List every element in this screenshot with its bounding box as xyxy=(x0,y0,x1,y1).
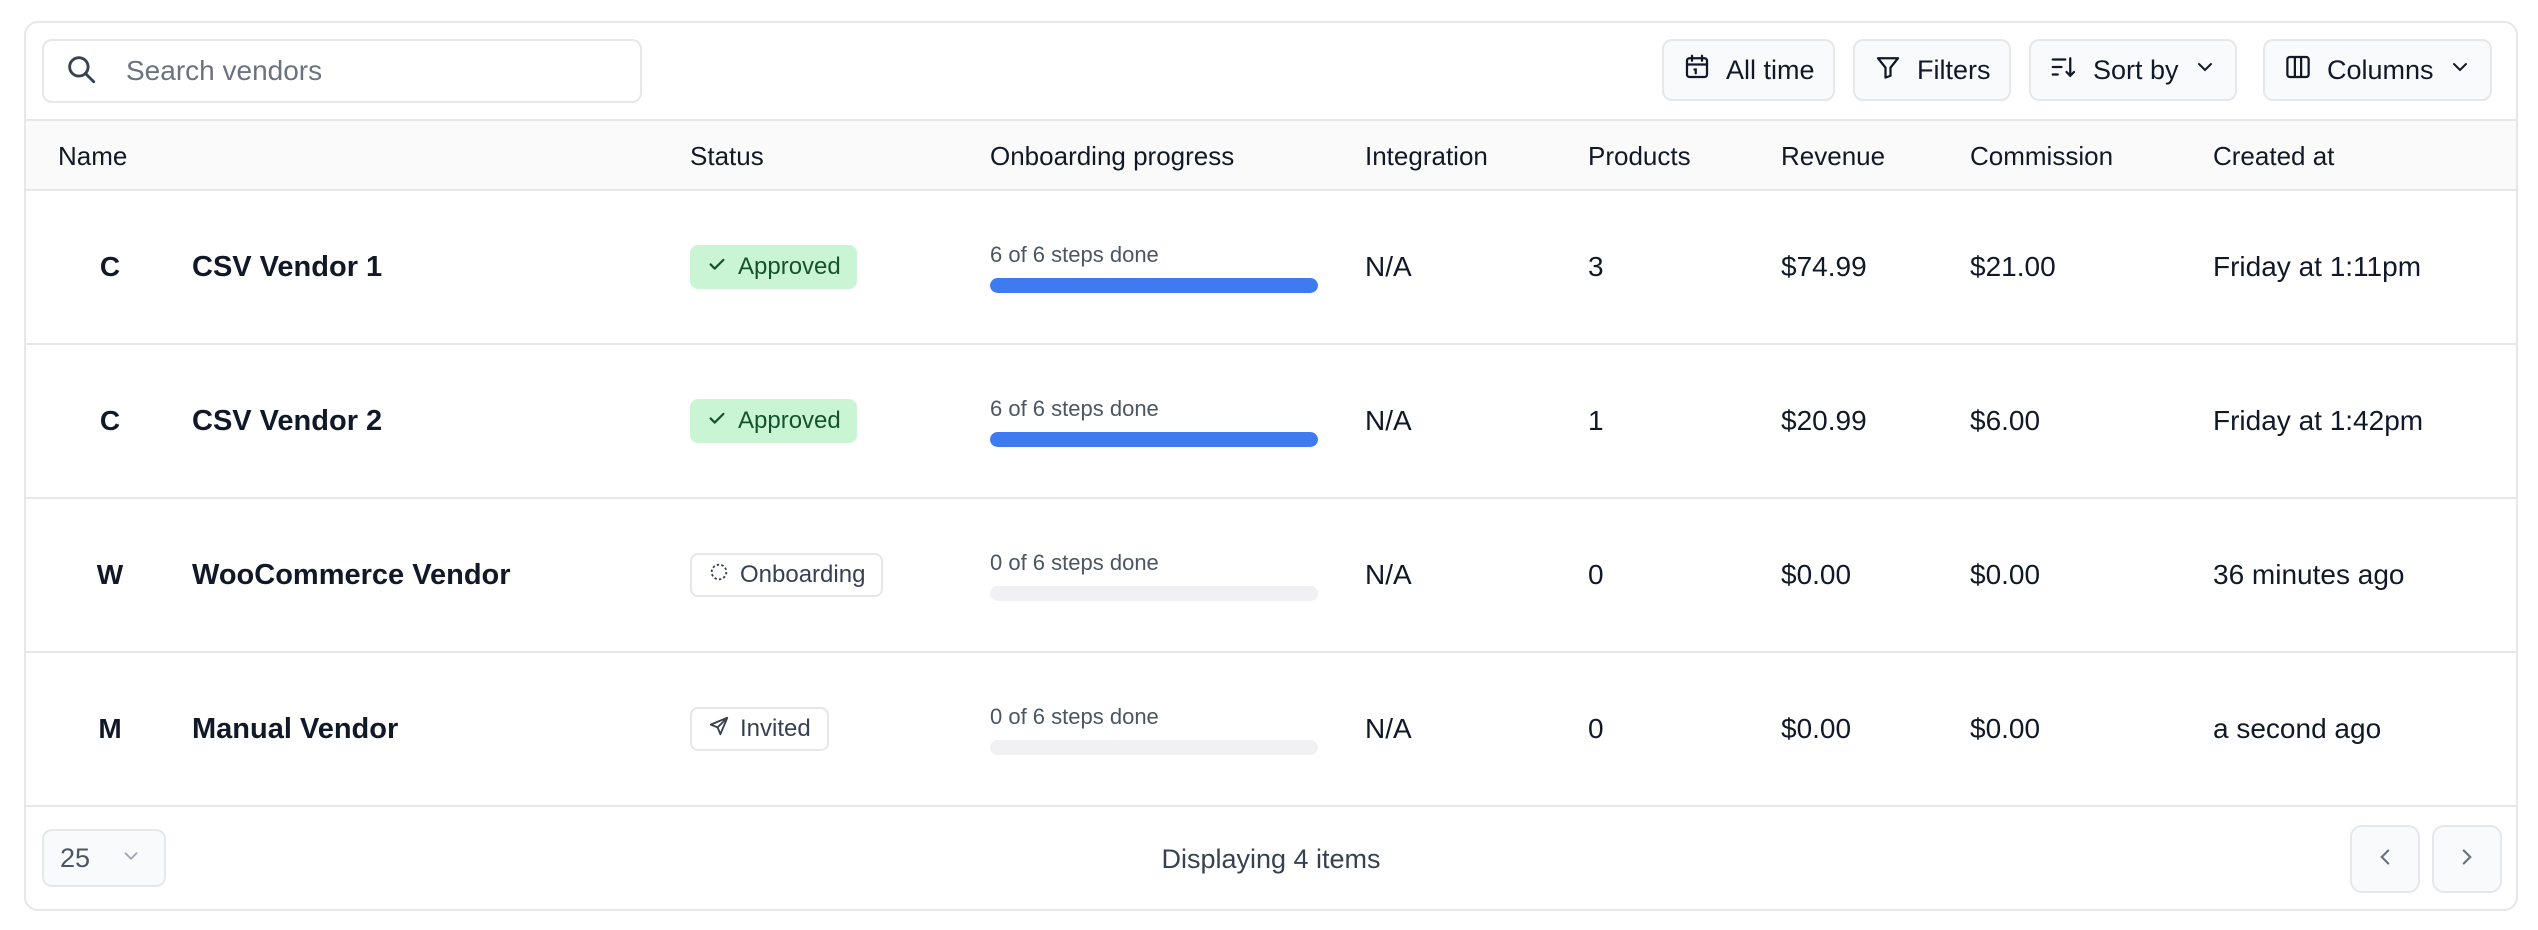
products-cell: 0 xyxy=(1588,713,1604,744)
status-cell: Invited xyxy=(690,653,829,805)
column-header-products[interactable]: Products xyxy=(1588,121,1691,191)
search-input[interactable] xyxy=(126,55,606,87)
integration-cell: N/A xyxy=(1365,405,1412,436)
check-icon xyxy=(706,407,728,436)
created-at-cell: a second ago xyxy=(2213,713,2382,744)
created-at-cell: Friday at 1:42pm xyxy=(2213,405,2424,436)
onboarding-progress: 6 of 6 steps done xyxy=(990,191,1318,343)
status-badge: Approved xyxy=(690,245,857,289)
status-label: Approved xyxy=(738,253,841,280)
vendors-table-card: All time Filters Sort by Columns xyxy=(24,21,2518,911)
vendor-name[interactable]: Manual Vendor xyxy=(192,653,398,805)
send-icon xyxy=(708,715,730,744)
vendor-avatar: W xyxy=(96,559,124,590)
table-row[interactable]: M Manual Vendor Invited 0 of 6 steps done N/… xyxy=(26,653,2516,807)
sort-by-label: Sort by xyxy=(2093,54,2179,85)
revenue-cell: $74.99 xyxy=(1781,251,1867,282)
progress-fill xyxy=(990,431,1318,447)
revenue-cell: $20.99 xyxy=(1781,405,1867,436)
onboarding-progress: 6 of 6 steps done xyxy=(990,345,1318,497)
integration-cell: N/A xyxy=(1365,713,1412,744)
dashed-circle-icon xyxy=(708,561,730,590)
chevron-down-icon xyxy=(120,843,142,874)
filter-icon xyxy=(1873,52,1903,89)
date-range-label: All time xyxy=(1726,54,1815,85)
table-row[interactable]: C CSV Vendor 2 Approved 6 of 6 steps done N/… xyxy=(26,345,2516,499)
calendar-icon xyxy=(1682,52,1712,89)
search-box[interactable] xyxy=(42,39,642,103)
progress-fill xyxy=(990,277,1318,293)
commission-cell: $0.00 xyxy=(1970,713,2041,744)
next-page-button[interactable] xyxy=(2432,825,2502,893)
progress-track xyxy=(990,431,1318,447)
vendor-name[interactable]: CSV Vendor 2 xyxy=(192,345,382,497)
check-icon xyxy=(706,253,728,282)
column-header-commission[interactable]: Commission xyxy=(1970,121,2113,191)
table-row[interactable]: W WooCommerce Vendor Onboarding 0 of 6 step… xyxy=(26,499,2516,653)
columns-button[interactable]: Columns xyxy=(2263,39,2492,101)
progress-label: 6 of 6 steps done xyxy=(990,241,1159,267)
status-badge: Approved xyxy=(690,399,857,443)
chevron-right-icon xyxy=(2454,844,2480,875)
chevron-left-icon xyxy=(2372,844,2398,875)
chevron-down-icon xyxy=(2193,55,2217,86)
columns-icon xyxy=(2283,52,2313,89)
status-cell: Approved xyxy=(690,345,857,497)
products-cell: 3 xyxy=(1588,251,1604,282)
commission-cell: $0.00 xyxy=(1970,559,2041,590)
vendor-avatar: C xyxy=(99,251,121,282)
products-cell: 0 xyxy=(1588,559,1604,590)
column-header-onboarding-progress[interactable]: Onboarding progress xyxy=(990,121,1234,191)
vendor-name[interactable]: WooCommerce Vendor xyxy=(192,499,511,651)
progress-label: 6 of 6 steps done xyxy=(990,395,1159,421)
commission-cell: $6.00 xyxy=(1970,405,2041,436)
page-size-value: 25 xyxy=(60,842,91,873)
sort-icon xyxy=(2049,52,2079,89)
vendor-name[interactable]: CSV Vendor 1 xyxy=(192,191,382,343)
integration-cell: N/A xyxy=(1365,559,1412,590)
vendor-avatar: C xyxy=(99,405,121,436)
created-at-cell: Friday at 1:11pm xyxy=(2213,251,2422,282)
column-header-created-at[interactable]: Created at xyxy=(2213,121,2334,191)
status-label: Invited xyxy=(740,715,811,742)
columns-label: Columns xyxy=(2327,54,2434,85)
status-cell: Onboarding xyxy=(690,499,884,651)
commission-cell: $21.00 xyxy=(1970,251,2056,282)
onboarding-progress: 0 of 6 steps done xyxy=(990,653,1318,805)
onboarding-progress: 0 of 6 steps done xyxy=(990,499,1318,651)
previous-page-button[interactable] xyxy=(2350,825,2420,893)
date-range-button[interactable]: All time xyxy=(1662,39,1835,101)
table-header: Name Status Onboarding progress Integrat… xyxy=(26,119,2516,191)
chevron-down-icon xyxy=(2448,55,2472,86)
table-footer: 25 Displaying 4 items xyxy=(26,807,2516,909)
progress-label: 0 of 6 steps done xyxy=(990,549,1159,575)
progress-track xyxy=(990,277,1318,293)
table-row[interactable]: C CSV Vendor 1 Approved 6 of 6 steps done N/… xyxy=(26,191,2516,345)
vendor-avatar: M xyxy=(98,713,122,744)
progress-label: 0 of 6 steps done xyxy=(990,703,1159,729)
search-icon xyxy=(64,52,98,91)
status-badge: Invited xyxy=(690,707,829,751)
display-count: Displaying 4 items xyxy=(1161,843,1381,874)
status-label: Approved xyxy=(738,407,841,434)
column-header-integration[interactable]: Integration xyxy=(1365,121,1488,191)
integration-cell: N/A xyxy=(1365,251,1412,282)
products-cell: 1 xyxy=(1588,405,1604,436)
filters-label: Filters xyxy=(1917,54,1991,85)
filters-button[interactable]: Filters xyxy=(1853,39,2011,101)
progress-track xyxy=(990,585,1318,601)
revenue-cell: $0.00 xyxy=(1781,713,1852,744)
column-header-revenue[interactable]: Revenue xyxy=(1781,121,1885,191)
status-label: Onboarding xyxy=(740,561,866,588)
sort-by-button[interactable]: Sort by xyxy=(2029,39,2237,101)
status-cell: Approved xyxy=(690,191,857,343)
table-toolbar: All time Filters Sort by Columns xyxy=(26,23,2516,119)
page-size-select[interactable]: 25 xyxy=(42,829,166,887)
revenue-cell: $0.00 xyxy=(1781,559,1852,590)
column-header-name[interactable]: Name xyxy=(58,121,127,191)
progress-track xyxy=(990,739,1318,755)
status-badge: Onboarding xyxy=(690,553,884,597)
column-header-status[interactable]: Status xyxy=(690,121,764,191)
created-at-cell: 36 minutes ago xyxy=(2213,559,2405,590)
